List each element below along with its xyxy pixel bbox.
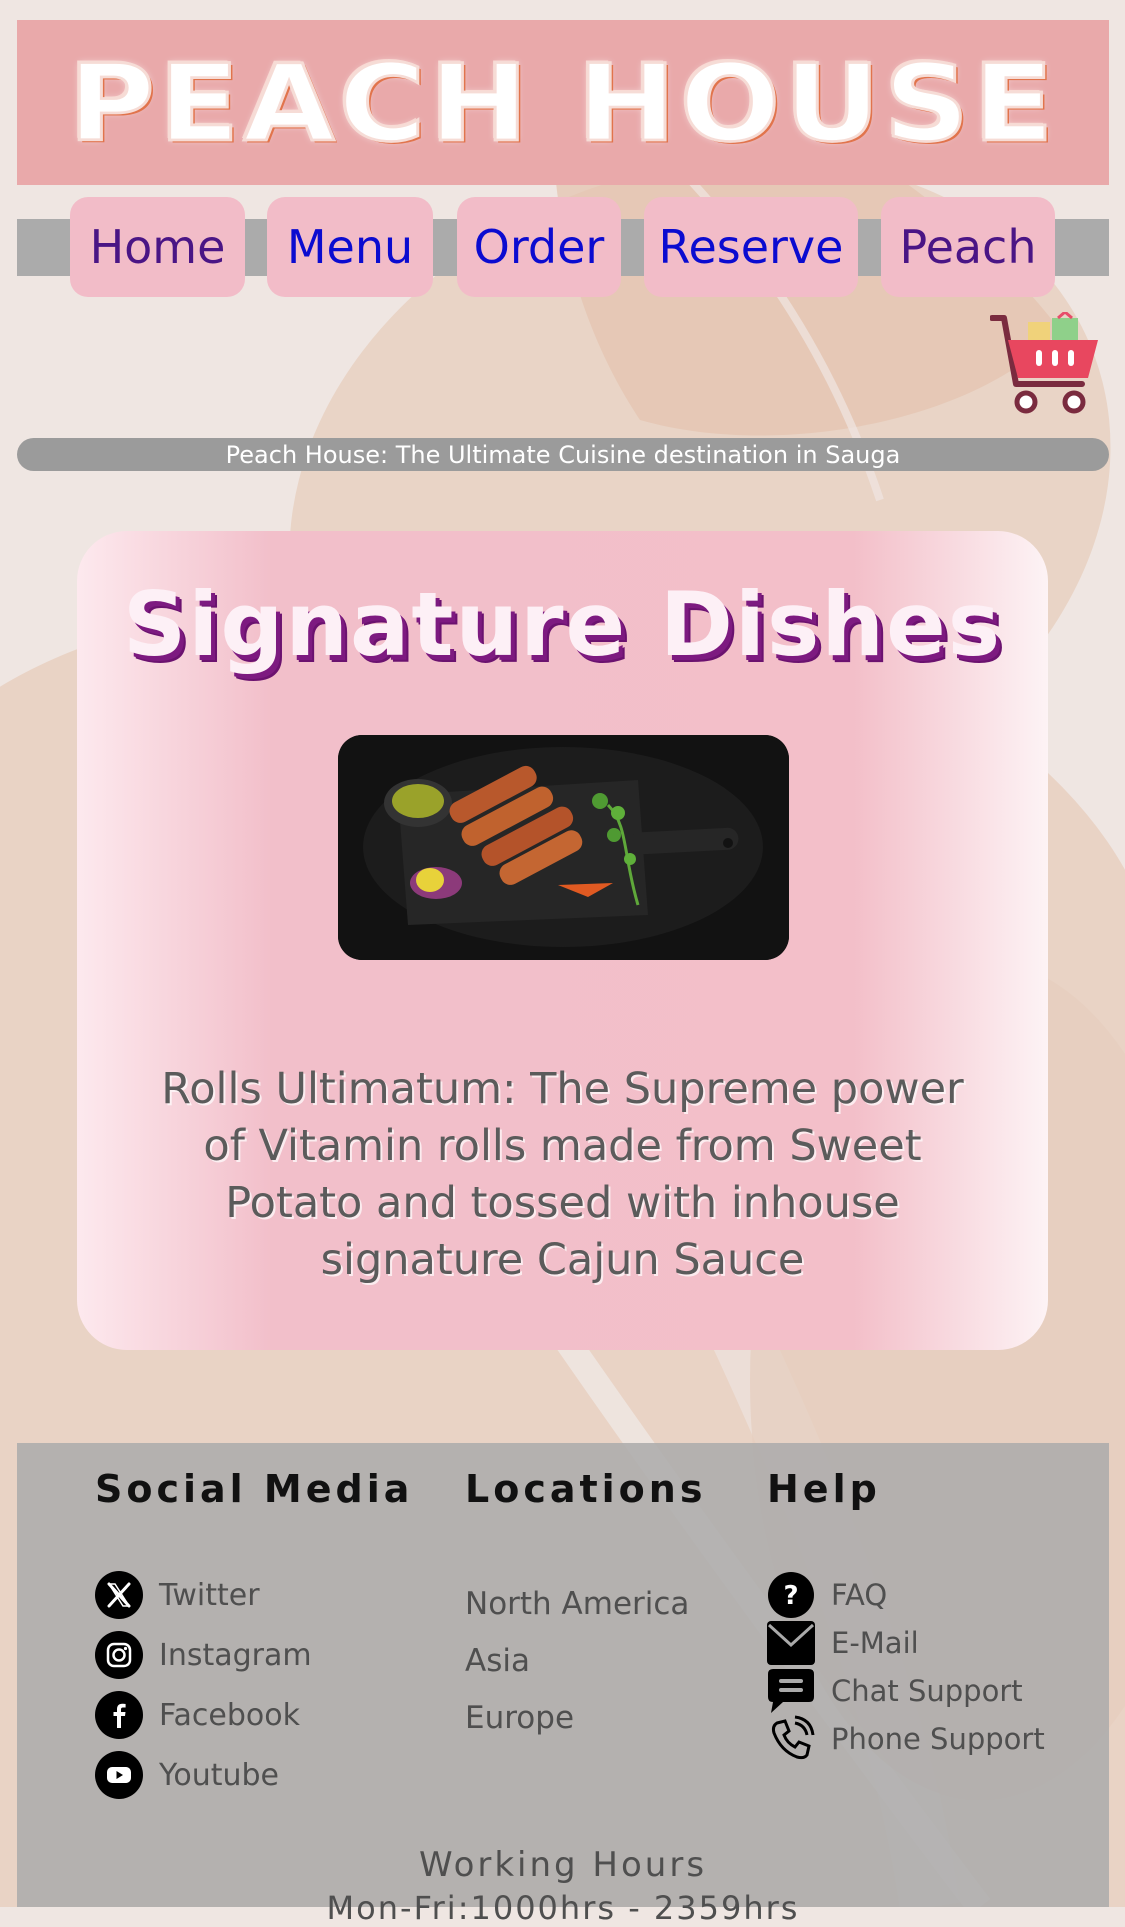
nav-order-link[interactable]: Order bbox=[457, 197, 621, 297]
location-asia[interactable]: Asia bbox=[465, 1643, 530, 1679]
dish-photo bbox=[338, 735, 789, 960]
signature-dishes-title: Signature Dishes bbox=[122, 573, 1003, 676]
social-label: Youtube bbox=[159, 1757, 279, 1793]
footer: Social Media Locations Help Twitter Inst… bbox=[17, 1443, 1109, 1927]
help-label: E-Mail bbox=[831, 1626, 919, 1660]
help-label: Phone Support bbox=[831, 1722, 1045, 1756]
instagram-icon bbox=[95, 1631, 143, 1679]
help-faq-link[interactable]: ? FAQ bbox=[767, 1571, 887, 1619]
social-label: Instagram bbox=[159, 1637, 312, 1673]
help-chat-link[interactable]: Chat Support bbox=[767, 1667, 1023, 1715]
social-instagram-link[interactable]: Instagram bbox=[95, 1631, 312, 1679]
help-phone-link[interactable]: Phone Support bbox=[767, 1715, 1045, 1763]
x-twitter-icon bbox=[95, 1571, 143, 1619]
location-europe[interactable]: Europe bbox=[465, 1700, 574, 1736]
nav-menu-link[interactable]: Menu bbox=[267, 197, 433, 297]
chat-icon bbox=[767, 1667, 815, 1715]
dish-description: Rolls Ultimatum: The Supreme power of Vi… bbox=[161, 1064, 964, 1285]
svg-text:?: ? bbox=[783, 1581, 798, 1611]
phone-icon bbox=[767, 1715, 815, 1763]
help-heading: Help bbox=[767, 1467, 881, 1511]
social-media-heading: Social Media bbox=[95, 1467, 414, 1511]
mail-icon bbox=[767, 1619, 815, 1667]
social-facebook-link[interactable]: Facebook bbox=[95, 1691, 300, 1739]
nav-home-link[interactable]: Home bbox=[70, 197, 245, 297]
help-email-link[interactable]: E-Mail bbox=[767, 1619, 919, 1667]
help-label: Chat Support bbox=[831, 1674, 1023, 1708]
nav-peach-link[interactable]: Peach bbox=[881, 197, 1055, 297]
social-label: Facebook bbox=[159, 1697, 300, 1733]
header-banner: PEACH HOUSE bbox=[17, 20, 1109, 185]
help-label: FAQ bbox=[831, 1578, 888, 1612]
youtube-icon bbox=[95, 1751, 143, 1799]
working-hours-heading: Working Hours bbox=[418, 1845, 708, 1885]
facebook-icon bbox=[95, 1691, 143, 1739]
working-hours-text: Mon-Fri:1000hrs - 2359hrs bbox=[326, 1889, 800, 1927]
social-label: Twitter bbox=[159, 1577, 260, 1613]
tagline-bar: Peach House: The Ultimate Cuisine destin… bbox=[17, 438, 1109, 471]
locations-heading: Locations bbox=[465, 1467, 707, 1511]
shopping-cart-icon[interactable] bbox=[990, 312, 1100, 416]
signature-dishes-card: Signature Dishes Rolls Ultimatum: The Su… bbox=[77, 531, 1048, 1350]
nav-reserve-link[interactable]: Reserve bbox=[644, 197, 858, 297]
social-youtube-link[interactable]: Youtube bbox=[95, 1751, 279, 1799]
site-logo-title: PEACH HOUSE bbox=[67, 40, 1058, 165]
social-twitter-link[interactable]: Twitter bbox=[95, 1571, 260, 1619]
question-icon: ? bbox=[767, 1571, 815, 1619]
location-north-america[interactable]: North America bbox=[465, 1586, 689, 1622]
